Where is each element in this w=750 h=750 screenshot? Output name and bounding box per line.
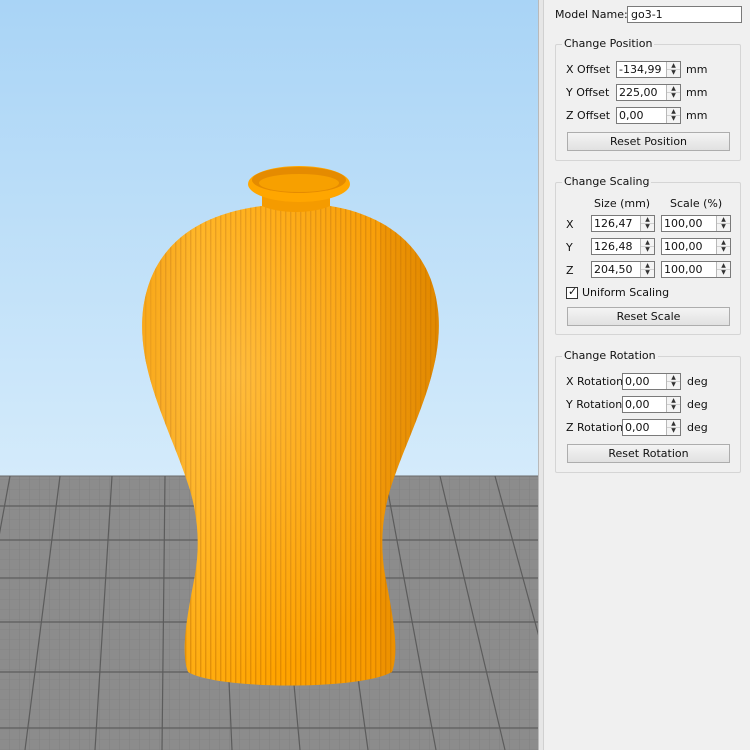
size-x-value[interactable]: 126,47	[594, 217, 633, 230]
y-rotation-unit: deg	[687, 398, 708, 411]
size-z-spinner[interactable]: 204,50 ▲ ▼	[591, 261, 655, 278]
y-rotation-value[interactable]: 0,00	[625, 398, 650, 411]
spin-down-icon[interactable]: ▼	[667, 404, 680, 411]
spin-down-icon[interactable]: ▼	[667, 69, 680, 76]
rotation-group: Change Rotation X Rotation 0,00 ▲ ▼ deg Y…	[555, 349, 741, 473]
scale-z-spinner[interactable]: 100,00 ▲ ▼	[661, 261, 731, 278]
spin-down-icon[interactable]: ▼	[667, 381, 680, 388]
spin-down-icon[interactable]: ▼	[667, 427, 680, 434]
z-offset-spinner[interactable]: 0,00 ▲ ▼	[616, 107, 681, 124]
position-group-title: Change Position	[562, 37, 655, 50]
spin-down-icon[interactable]: ▼	[641, 223, 654, 230]
scale-y-value[interactable]: 100,00	[664, 240, 703, 253]
scene-canvas[interactable]	[0, 0, 538, 750]
y-rotation-label: Y Rotation	[566, 398, 623, 411]
reset-position-button[interactable]: Reset Position	[567, 132, 730, 151]
scale-y-spinner[interactable]: 100,00 ▲ ▼	[661, 238, 731, 255]
y-offset-spinner[interactable]: 225,00 ▲ ▼	[616, 84, 681, 101]
scale-z-value[interactable]: 100,00	[664, 263, 703, 276]
x-rotation-value[interactable]: 0,00	[625, 375, 650, 388]
y-offset-value[interactable]: 225,00	[619, 86, 658, 99]
x-rotation-label: X Rotation	[566, 375, 624, 388]
z-offset-label: Z Offset	[566, 109, 611, 122]
scale-x-value[interactable]: 100,00	[664, 217, 703, 230]
scale-y-axis-label: Y	[566, 241, 573, 254]
z-offset-value[interactable]: 0,00	[619, 109, 644, 122]
position-group: Change Position X Offset -134,99 ▲ ▼ mm Y…	[555, 37, 741, 161]
spin-down-icon[interactable]: ▼	[641, 246, 654, 253]
z-rotation-value[interactable]: 0,00	[625, 421, 650, 434]
model-name-label: Model Name:	[555, 8, 628, 21]
z-rotation-label: Z Rotation	[566, 421, 624, 434]
scaling-group-title: Change Scaling	[562, 175, 652, 188]
size-column-header: Size (mm)	[594, 197, 651, 210]
y-offset-unit: mm	[686, 86, 708, 99]
size-z-value[interactable]: 204,50	[594, 263, 633, 276]
spin-down-icon[interactable]: ▼	[667, 92, 680, 99]
uniform-scaling-label[interactable]: Uniform Scaling	[582, 286, 669, 299]
y-rotation-spinner[interactable]: 0,00 ▲ ▼	[622, 396, 681, 413]
z-offset-unit: mm	[686, 109, 708, 122]
size-y-value[interactable]: 126,48	[594, 240, 633, 253]
size-y-spinner[interactable]: 126,48 ▲ ▼	[591, 238, 655, 255]
z-rotation-spinner[interactable]: 0,00 ▲ ▼	[622, 419, 681, 436]
x-offset-label: X Offset	[566, 63, 611, 76]
rotation-group-title: Change Rotation	[562, 349, 658, 362]
x-offset-unit: mm	[686, 63, 708, 76]
reset-rotation-button[interactable]: Reset Rotation	[567, 444, 730, 463]
size-x-spinner[interactable]: 126,47 ▲ ▼	[591, 215, 655, 232]
spin-down-icon[interactable]: ▼	[667, 115, 680, 122]
scaling-group: Change Scaling Size (mm) Scale (%) X 126…	[555, 175, 741, 335]
scale-z-axis-label: Z	[566, 264, 574, 277]
properties-panel: Model Name: go3-1 Change Position X Offs…	[544, 0, 750, 750]
model-name-field[interactable]: go3-1	[627, 6, 742, 23]
scale-x-spinner[interactable]: 100,00 ▲ ▼	[661, 215, 731, 232]
spin-down-icon[interactable]: ▼	[717, 223, 730, 230]
spin-down-icon[interactable]: ▼	[717, 269, 730, 276]
uniform-scaling-checkbox[interactable]: ✓	[566, 285, 578, 299]
3d-viewport[interactable]	[0, 0, 538, 750]
check-icon: ✓	[568, 285, 578, 298]
x-offset-value[interactable]: -134,99	[619, 63, 661, 76]
spin-down-icon[interactable]: ▼	[717, 246, 730, 253]
reset-scale-button[interactable]: Reset Scale	[567, 307, 730, 326]
spin-down-icon[interactable]: ▼	[641, 269, 654, 276]
x-rotation-unit: deg	[687, 375, 708, 388]
x-offset-spinner[interactable]: -134,99 ▲ ▼	[616, 61, 681, 78]
scale-column-header: Scale (%)	[670, 197, 723, 210]
x-rotation-spinner[interactable]: 0,00 ▲ ▼	[622, 373, 681, 390]
scale-x-axis-label: X	[566, 218, 574, 231]
y-offset-label: Y Offset	[566, 86, 610, 99]
z-rotation-unit: deg	[687, 421, 708, 434]
